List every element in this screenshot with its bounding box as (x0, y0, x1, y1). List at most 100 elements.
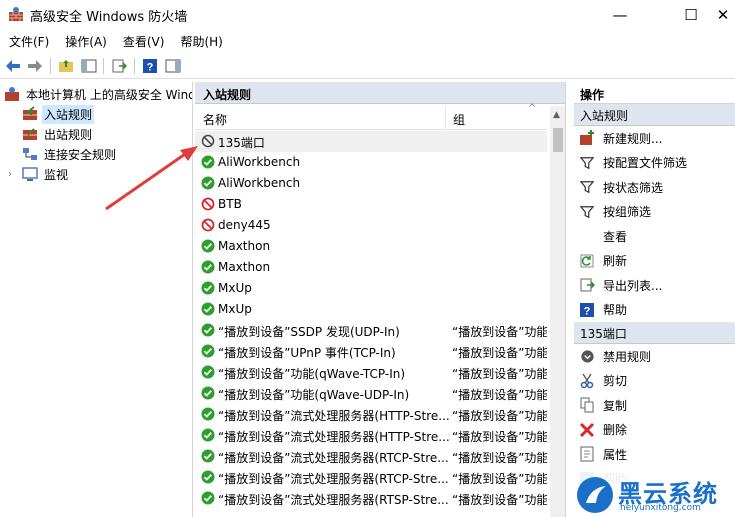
table-row[interactable]: “播放到设备”流式处理服务器(RTCP-Stre... “播放到设备”功能 (195, 467, 547, 488)
actions-header: 操作 (574, 82, 735, 104)
scrollbar-thumb[interactable] (553, 128, 563, 152)
forward-icon[interactable] (26, 57, 44, 75)
action-item[interactable]: 按配置文件筛选 (574, 151, 735, 176)
rule-group: “播放到设备”功能 (452, 409, 547, 423)
rule-group: “播放到设备”功能 (452, 367, 547, 381)
action-label: 按状态筛选 (603, 180, 664, 195)
table-row[interactable]: deny445 (195, 215, 547, 236)
table-row[interactable]: 135端口 (195, 131, 547, 152)
tree-item-outbound-rules[interactable]: 出站规则 (22, 124, 94, 144)
tree-item-inbound-rules[interactable]: 入站规则 (22, 104, 95, 124)
actions-section-selected-rule[interactable]: 135端口 (574, 322, 735, 344)
rule-name: “播放到设备”流式处理服务器(RTSP-Stre... (218, 493, 449, 507)
action-item[interactable]: 删除 (574, 418, 735, 443)
action-item[interactable]: 禁用规则 (574, 344, 735, 369)
menu-view[interactable]: 查看(V) (114, 30, 172, 52)
export-icon[interactable] (110, 57, 128, 75)
table-row[interactable]: MxUp (195, 278, 547, 299)
column-header-group[interactable]: 组 (453, 111, 465, 128)
menu-help[interactable]: 帮助(H) (171, 30, 229, 52)
table-row[interactable]: Maxthon (195, 257, 547, 278)
rule-group: “播放到设备”功能 (452, 388, 547, 402)
tree-root[interactable]: 本地计算机 上的高级安全 Windows 防火墙 (4, 84, 192, 104)
chevron-right-icon[interactable]: › (8, 169, 18, 180)
rule-group: “播放到设备”功能 (452, 346, 547, 360)
rule-name: “播放到设备”SSDP 发现(UDP-In) (218, 325, 400, 339)
actions-list-selected-rule: 禁用规则剪切复制删除属性?帮助 (574, 344, 735, 491)
table-row[interactable]: “播放到设备”流式处理服务器(HTTP-Stre... “播放到设备”功能 (195, 425, 547, 446)
table-row[interactable]: BTB (195, 194, 547, 215)
tree-item-monitoring[interactable]: › 监视 (8, 164, 70, 184)
action-item[interactable]: 导出列表... (574, 273, 735, 298)
action-label: 查看 (603, 229, 628, 244)
table-row[interactable]: Maxthon (195, 236, 547, 257)
connection-security-icon (23, 148, 37, 160)
rules-list: 135端口 AliWorkbench AliWorkbench BTB deny445 M… (195, 131, 547, 509)
table-row[interactable]: “播放到设备”流式处理服务器(RTSP-Stre... “播放到设备”功能 (195, 488, 547, 509)
table-row[interactable]: “播放到设备”SSDP 发现(UDP-In) “播放到设备”功能 (195, 320, 547, 341)
menu-action[interactable]: 操作(A) (56, 30, 114, 52)
show-action-pane-icon[interactable] (164, 57, 182, 75)
minimize-button[interactable]: — (597, 0, 643, 30)
rule-name: “播放到设备”UPnP 事件(TCP-In) (218, 346, 396, 360)
block-icon (201, 218, 215, 232)
monitor-icon (22, 167, 38, 181)
action-item[interactable]: 按组筛选 (574, 200, 735, 225)
table-row[interactable]: “播放到设备”功能(qWave-TCP-In) “播放到设备”功能 (195, 362, 547, 383)
filter-icon (579, 179, 595, 195)
table-row[interactable]: AliWorkbench (195, 152, 547, 173)
help-icon[interactable]: ? (141, 57, 159, 75)
action-item[interactable]: 查看 (574, 224, 735, 249)
actions-list-inbound: 新建规则... 按配置文件筛选按状态筛选按组筛选查看刷新导出列表...? 帮助 (574, 126, 735, 322)
action-item[interactable]: ? 帮助 (574, 298, 735, 323)
action-label: 刷新 (603, 254, 628, 269)
firewall-icon (9, 7, 23, 21)
action-item[interactable]: 刷新 (574, 249, 735, 274)
rule-name: MxUp (218, 302, 252, 316)
vertical-scrollbar[interactable]: ▲ (550, 106, 565, 517)
column-divider[interactable] (445, 106, 446, 130)
toolbar-separator (134, 58, 135, 74)
rule-name: “播放到设备”功能(qWave-UDP-In) (218, 388, 410, 402)
rule-name: Maxthon (218, 239, 271, 253)
menu-bar: 文件(F) 操作(A) 查看(V) 帮助(H) (0, 30, 735, 52)
table-row[interactable]: MxUp (195, 299, 547, 320)
action-item[interactable]: 新建规则... (574, 126, 735, 151)
table-row[interactable]: “播放到设备”流式处理服务器(RTCP-Stre... “播放到设备”功能 (195, 446, 547, 467)
actions-section-inbound[interactable]: 入站规则 (574, 104, 735, 126)
rule-name: “播放到设备”流式处理服务器(HTTP-Stre... (218, 409, 450, 423)
table-row[interactable]: AliWorkbench (195, 173, 547, 194)
rule-name: 135端口 (218, 136, 265, 150)
scroll-up-icon[interactable]: ▲ (553, 110, 560, 120)
pane-title: 入站规则 (195, 82, 565, 104)
action-item[interactable]: 复制 (574, 393, 735, 418)
properties-icon (579, 446, 595, 462)
close-button[interactable]: ✕ (700, 0, 735, 30)
action-item[interactable]: 按状态筛选 (574, 175, 735, 200)
menu-file[interactable]: 文件(F) (0, 30, 56, 52)
action-item[interactable]: 属性 (574, 442, 735, 467)
action-label: 复制 (603, 398, 628, 413)
action-label: 禁用规则 (603, 349, 652, 364)
back-icon[interactable] (4, 57, 22, 75)
show-hide-tree-icon[interactable] (80, 57, 98, 75)
filter-icon (579, 155, 595, 171)
actions-pane: 操作 入站规则 新建规则... 按配置文件筛选按状态筛选按组筛选查看刷新导出列表.… (574, 82, 735, 517)
action-label: 删除 (603, 423, 628, 438)
delete-icon (579, 422, 595, 438)
table-row[interactable]: “播放到设备”流式处理服务器(HTTP-Stre... “播放到设备”功能 (195, 404, 547, 425)
up-folder-icon[interactable] (57, 57, 75, 75)
rule-group: “播放到设备”功能 (452, 430, 547, 444)
action-label: 属性 (603, 447, 628, 462)
help-icon: ? (579, 302, 595, 318)
cut-icon (579, 373, 595, 389)
action-item[interactable]: 剪切 (574, 369, 735, 394)
new-rule-icon (579, 130, 595, 146)
table-row[interactable]: “播放到设备”UPnP 事件(TCP-In) “播放到设备”功能 (195, 341, 547, 362)
allow-check-icon (201, 155, 215, 169)
allow-check-icon (201, 344, 215, 358)
column-header-name[interactable]: 名称 (203, 111, 227, 128)
rule-name: MxUp (218, 281, 252, 295)
svg-text:?: ? (147, 62, 154, 74)
table-row[interactable]: “播放到设备”功能(qWave-UDP-In) “播放到设备”功能 (195, 383, 547, 404)
